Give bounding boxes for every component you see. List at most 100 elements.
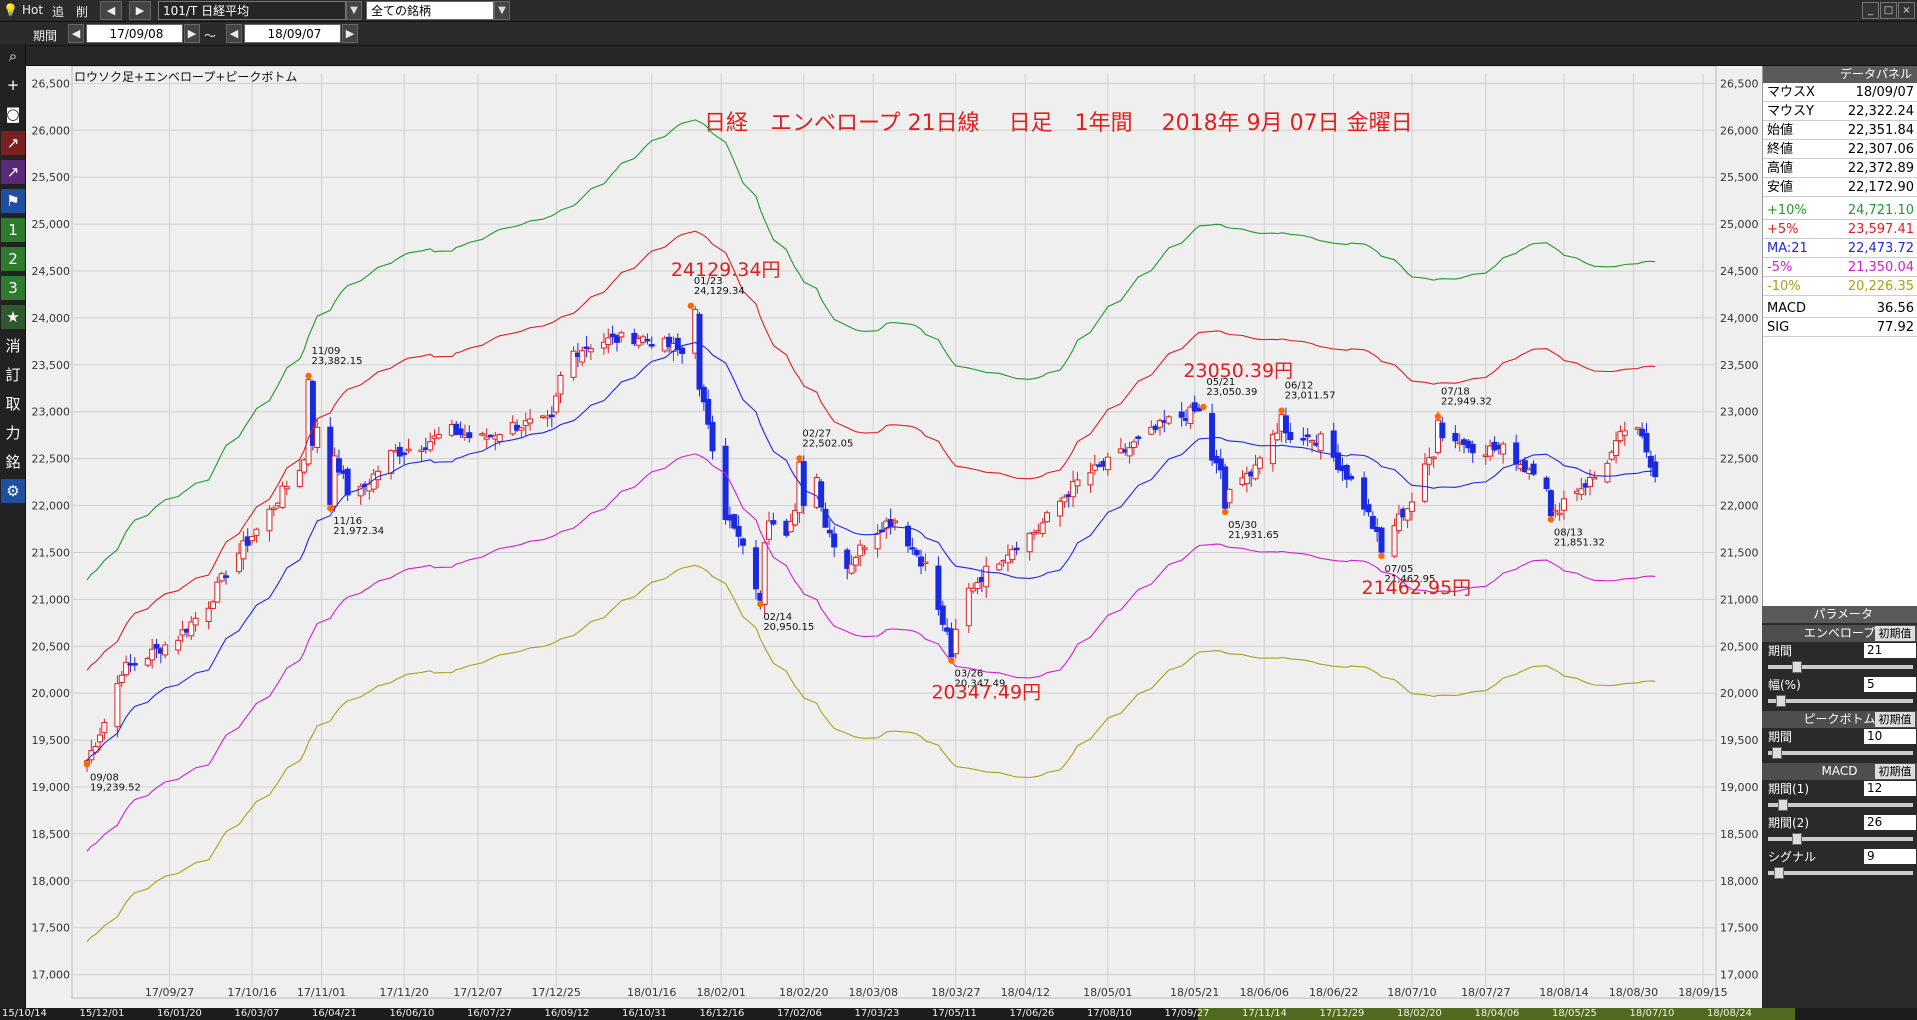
minimize-button[interactable]: _ <box>1862 2 1879 19</box>
universe-dropdown-icon[interactable]: ▼ <box>494 1 510 20</box>
macd-p1-label: 期間(1) <box>1768 782 1809 796</box>
force-icon[interactable]: 力 <box>1 421 25 445</box>
history-scrollbar[interactable]: 15/10/14 15/12/01 16/01/20 16/03/07 16/04/21… <box>0 1008 1917 1020</box>
star-icon[interactable]: ★ <box>1 305 25 329</box>
crosshair-icon[interactable]: + <box>1 73 25 97</box>
chart-area[interactable]: 17,000 17,000 17,500 17,500 18,000 18,000 18,5… <box>26 65 1762 1010</box>
history-date-label: 17/09/27 <box>1164 1008 1210 1019</box>
candle-body <box>965 587 972 627</box>
cancel-icon[interactable]: 取 <box>1 392 25 416</box>
left-toolbar: ⌕ + ◙ ↗ ↗ ⚑ 1 2 3 ★ 消訂取力銘 ⚙ <box>0 44 26 1020</box>
next-symbol-button[interactable]: ▶ <box>129 1 151 20</box>
symbol-dropdown-icon[interactable]: ▼ <box>346 1 362 20</box>
macd-reset-button[interactable]: 初期值 <box>1875 764 1915 779</box>
slot-3-icon[interactable]: 3 <box>1 276 25 300</box>
peak-bottom-marker <box>83 761 91 768</box>
data-row-key: +5% <box>1767 222 1799 237</box>
candle-body <box>579 350 586 363</box>
candle-body <box>1365 504 1372 513</box>
candle-body <box>335 458 342 473</box>
candle-body <box>1087 472 1094 486</box>
macd-p1-slider[interactable] <box>1768 799 1913 811</box>
slider-knob[interactable] <box>1776 695 1786 707</box>
hot-button[interactable]: Hot <box>22 3 43 17</box>
gear-icon[interactable]: ⚙ <box>1 479 25 503</box>
timeframe-toolbar: 1分日週月1年USドル換算トレンド線移動クリア再描画 <box>0 46 1917 111</box>
symbol-field[interactable]: 101/T 日経平均 <box>158 1 346 20</box>
prev-symbol-button[interactable]: ◀ <box>100 1 122 20</box>
slider-knob[interactable] <box>1774 867 1784 879</box>
data-row-key: マウスX <box>1767 85 1815 100</box>
candle-body <box>1178 411 1185 418</box>
data-row-value: 23,597.41 <box>1847 222 1914 237</box>
envelope-period-slider[interactable] <box>1768 661 1913 673</box>
envelope-title: エンベロープ <box>1803 626 1876 640</box>
candle-body <box>644 338 651 342</box>
y-tick-label-left: 17,000 <box>32 969 71 982</box>
period-end-next-icon[interactable]: ▶ <box>342 24 358 43</box>
envelope-period-input[interactable]: 21 <box>1864 643 1916 658</box>
y-tick-label-left: 22,500 <box>32 453 71 466</box>
envelope-width-input[interactable]: 5 <box>1864 677 1916 692</box>
delete-button[interactable]: 削 <box>76 3 88 20</box>
y-tick-label-right: 20,500 <box>1720 640 1759 653</box>
slider-knob[interactable] <box>1778 799 1788 811</box>
macd-p2-slider[interactable] <box>1768 833 1913 845</box>
history-date-label: 18/07/10 <box>1629 1008 1675 1019</box>
camera-icon[interactable]: ◙ <box>1 102 25 126</box>
close-button[interactable]: × <box>1898 2 1915 19</box>
candle-body <box>739 538 746 546</box>
candle-body <box>557 374 564 395</box>
data-row: 安値 22,172.90 <box>1763 178 1917 197</box>
slot-2-icon[interactable]: 2 <box>1 247 25 271</box>
chart-purple-icon[interactable]: ↗ <box>1 160 25 184</box>
peakbottom-period-input[interactable]: 10 <box>1864 729 1916 744</box>
macd-section: MACD 初期值 <box>1762 763 1917 780</box>
candle-body <box>1013 547 1020 551</box>
flag-icon[interactable]: ⚑ <box>1 189 25 213</box>
slider-knob[interactable] <box>1792 833 1802 845</box>
slider-knob[interactable] <box>1772 747 1782 759</box>
lightbulb-icon[interactable]: 💡 <box>3 3 18 17</box>
candle-body <box>1643 433 1650 453</box>
candle-body <box>1130 441 1137 449</box>
peakbottom-reset-button[interactable]: 初期值 <box>1875 712 1915 727</box>
candle-body <box>1513 442 1520 465</box>
slider-knob[interactable] <box>1792 661 1802 673</box>
period-end-input[interactable]: 18/09/07 <box>244 24 341 43</box>
macd-p2-input[interactable]: 26 <box>1864 815 1916 830</box>
macd-p1-input[interactable]: 12 <box>1864 781 1916 796</box>
x-tick-label: 18/07/10 <box>1387 986 1436 999</box>
slot-1-icon[interactable]: 1 <box>1 218 25 242</box>
candle-body <box>1026 532 1033 553</box>
history-date-label: 17/08/10 <box>1087 1008 1132 1019</box>
envelope-reset-button[interactable]: 初期值 <box>1875 626 1915 641</box>
universe-select[interactable]: 全ての銘柄 <box>366 1 494 20</box>
correct-icon[interactable]: 訂 <box>1 363 25 387</box>
candle-body <box>922 561 929 564</box>
candle-body <box>648 344 655 347</box>
peak-bottom-marker <box>1434 413 1442 420</box>
peakbottom-title: ピークボトム <box>1803 712 1876 726</box>
data-row-key: 始値 <box>1767 123 1794 138</box>
add-button[interactable]: 追 <box>52 3 64 20</box>
envelope-width-slider[interactable] <box>1768 695 1913 707</box>
macd-signal-slider[interactable] <box>1768 867 1913 879</box>
period-start-input[interactable]: 17/09/08 <box>86 24 183 43</box>
candle-body <box>1044 512 1051 523</box>
restore-button[interactable]: □ <box>1880 2 1897 19</box>
x-tick-label: 18/04/12 <box>1001 986 1050 999</box>
x-tick-label: 18/09/15 <box>1678 986 1727 999</box>
macd-signal-input[interactable]: 9 <box>1864 849 1916 864</box>
period-start-next-icon[interactable]: ▶ <box>184 24 200 43</box>
y-tick-label-left: 25,500 <box>32 171 71 184</box>
candlestick-chart[interactable]: 17,000 17,000 17,500 17,500 18,000 18,000 18,5… <box>26 65 1762 1010</box>
search-icon[interactable]: ⌕ <box>1 44 25 68</box>
chart-red-icon[interactable]: ↗ <box>1 131 25 155</box>
period-start-prev-icon[interactable]: ◀ <box>68 24 84 43</box>
peak-bottom-value: 23,050.39 <box>1206 387 1257 398</box>
stock-icon[interactable]: 銘 <box>1 450 25 474</box>
peakbottom-period-slider[interactable] <box>1768 747 1913 759</box>
erase-icon[interactable]: 消 <box>1 334 25 358</box>
period-end-prev-icon[interactable]: ◀ <box>226 24 242 43</box>
